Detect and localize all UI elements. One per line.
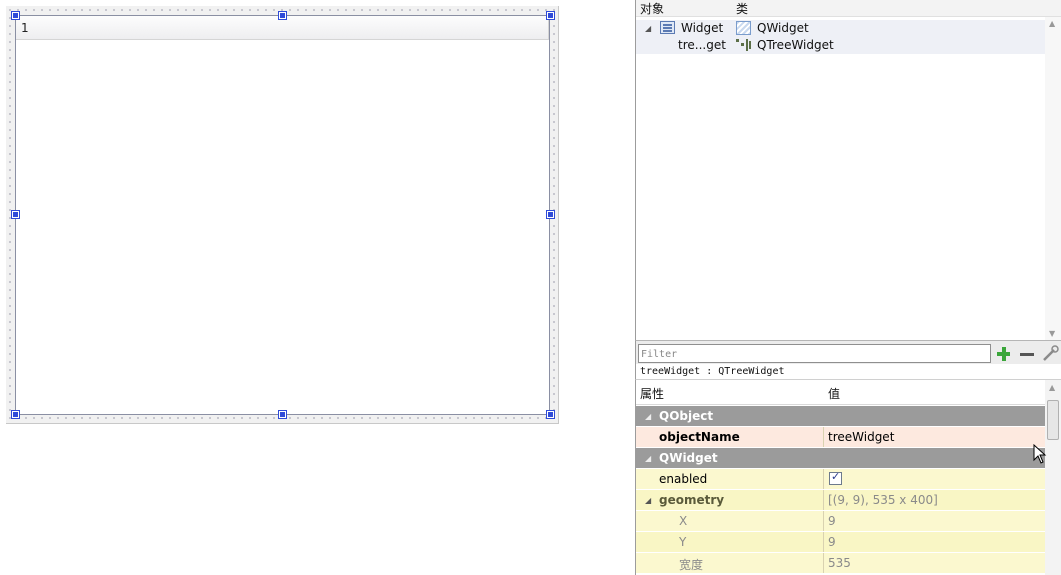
selection-handle-middle-left[interactable]	[11, 210, 20, 219]
check-icon: ✓	[831, 470, 841, 483]
selection-handle-top-center[interactable]	[278, 11, 287, 20]
property-filter-bar	[635, 340, 1061, 364]
property-name: objectName	[659, 430, 740, 444]
property-name: geometry	[659, 493, 725, 507]
selection-handle-top-left[interactable]	[11, 11, 20, 20]
add-dynamic-property-button[interactable]	[994, 344, 1014, 363]
qtreewidget-icon	[736, 39, 751, 52]
object-name: tre...get	[678, 38, 726, 52]
mouse-cursor-icon	[1033, 444, 1047, 464]
selected-object-class-label: treeWidget : QTreeWidget	[635, 364, 1061, 380]
filter-input[interactable]	[638, 344, 991, 363]
property-row-geometry[interactable]: ◢ geometry [(9, 9), 535 x 400]	[636, 490, 1046, 511]
object-name: Widget	[681, 21, 724, 35]
class-name: QTreeWidget	[757, 38, 834, 52]
object-inspector-header: 对象 类	[636, 0, 1061, 17]
property-value[interactable]: 9	[828, 514, 836, 528]
scrollbar-thumb[interactable]	[1047, 400, 1059, 440]
expand-arrow-icon[interactable]: ◢	[645, 496, 651, 505]
group-row-qobject[interactable]: ◢ QObject	[636, 406, 1046, 427]
value-column-header[interactable]: 值	[828, 385, 840, 402]
property-row-y[interactable]: Y 9	[636, 532, 1046, 553]
property-row-width[interactable]: 宽度 535	[636, 553, 1046, 574]
property-editor-scrollbar[interactable]: ▲	[1045, 380, 1061, 575]
property-row-enabled[interactable]: enabled ✓	[636, 469, 1046, 490]
selection-handle-bottom-center[interactable]	[278, 410, 287, 419]
qwidget-icon	[736, 21, 751, 35]
expand-arrow-icon[interactable]: ◢	[645, 24, 651, 33]
class-name: QWidget	[757, 21, 809, 35]
property-column-header[interactable]: 属性	[640, 385, 664, 402]
group-name: QObject	[659, 409, 714, 423]
property-name: 宽度	[679, 558, 704, 572]
enabled-checkbox[interactable]: ✓	[829, 470, 842, 485]
selection-handle-bottom-left[interactable]	[11, 410, 20, 419]
property-name: X	[679, 514, 688, 528]
object-row-widget[interactable]: ◢ Widget QWidget	[636, 20, 1046, 37]
tree-header-column-1[interactable]: 1	[16, 16, 549, 40]
scroll-up-icon[interactable]: ▲	[1049, 19, 1055, 28]
scroll-down-icon[interactable]: ▼	[1049, 329, 1055, 338]
selection-handle-top-right[interactable]	[546, 11, 555, 20]
wrench-icon	[1043, 345, 1059, 361]
scroll-up-icon[interactable]: ▲	[1049, 383, 1055, 392]
form-widget-icon	[660, 21, 675, 34]
group-row-qwidget[interactable]: ◢ QWidget	[636, 448, 1046, 469]
property-name: enabled	[659, 472, 708, 486]
property-row-objectname[interactable]: objectName treeWidget	[636, 427, 1046, 448]
object-column-header[interactable]: 对象	[640, 0, 664, 17]
property-row-x[interactable]: X 9	[636, 511, 1046, 532]
object-inspector-scrollbar[interactable]: ▲ ▼	[1045, 17, 1061, 340]
property-value[interactable]: [(9, 9), 535 x 400]	[828, 493, 938, 507]
collapse-arrow-icon[interactable]: ◢	[645, 412, 651, 421]
qt-designer-window: 1 对象 类 ◢ Widget QWidget tre...get QTreeW…	[0, 0, 1061, 575]
collapse-arrow-icon[interactable]: ◢	[645, 454, 651, 463]
tree-widget-header: 1	[16, 16, 549, 40]
object-inspector-panel: 对象 类 ◢ Widget QWidget tre...get QTreeWid…	[635, 0, 1061, 340]
property-value[interactable]: treeWidget	[828, 430, 894, 444]
property-value[interactable]: 9	[828, 535, 836, 549]
configure-button[interactable]	[1040, 344, 1060, 363]
property-value[interactable]: 535	[828, 556, 851, 570]
class-column-header[interactable]: 类	[736, 0, 748, 17]
property-editor-header: 属性 值	[636, 380, 1046, 405]
selection-handle-bottom-right[interactable]	[546, 410, 555, 419]
object-row-treewidget[interactable]: tre...get QTreeWidget	[636, 37, 1046, 54]
selection-handle-middle-right[interactable]	[546, 210, 555, 219]
group-name: QWidget	[659, 451, 718, 465]
property-editor-panel: 属性 值 ◢ QObject objectName treeWidget ◢ Q…	[635, 380, 1061, 575]
tree-widget-preview[interactable]: 1	[15, 15, 550, 415]
property-name: Y	[679, 535, 687, 549]
remove-dynamic-property-button[interactable]	[1017, 344, 1037, 363]
